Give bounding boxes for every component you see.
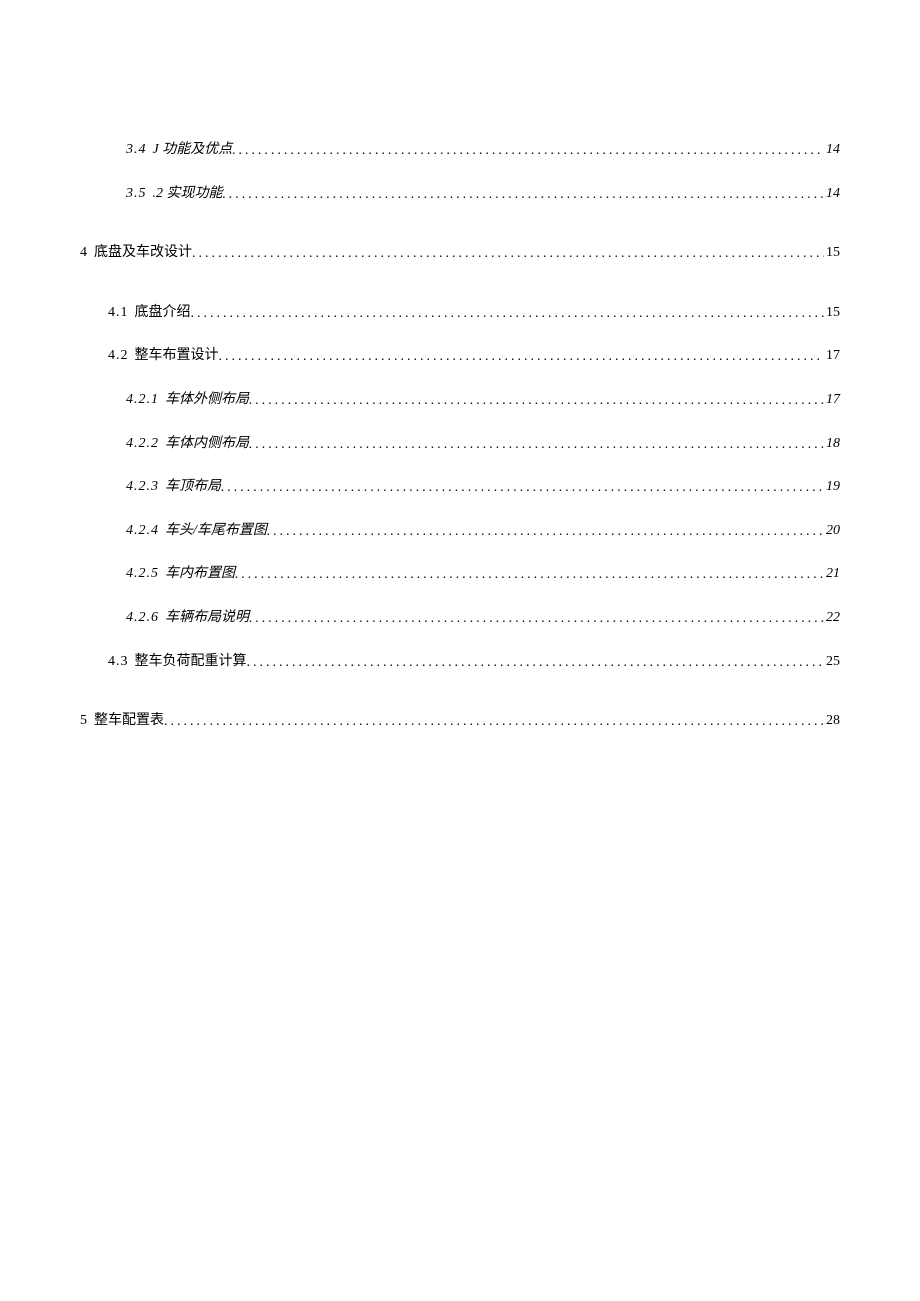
- toc-leader-dots: [164, 712, 824, 732]
- toc-leader-dots: [249, 435, 824, 455]
- toc-leader-dots: [232, 141, 824, 161]
- toc-entry-page: 15: [824, 243, 840, 263]
- toc-entry-page: 22: [824, 608, 840, 628]
- toc-entry-number: 4.2.2: [126, 436, 159, 451]
- toc-leader-dots: [249, 391, 824, 411]
- toc-leader-dots: [192, 244, 824, 264]
- toc-entry: 4.2.1 车体外侧布局 17: [126, 390, 840, 410]
- toc-entry-label: 4.1 底盘介绍: [108, 303, 191, 323]
- toc-entry: 4.2.6 车辆布局说明 22: [126, 608, 840, 628]
- toc-entry-number: 4: [80, 245, 88, 260]
- toc-entry-page: 17: [824, 390, 840, 410]
- toc-entry-title: J 功能及优点: [153, 142, 233, 157]
- toc-entry: 4 底盘及车改设计 15: [80, 243, 840, 263]
- toc-entry-title: 整车负荷配重计算: [135, 654, 247, 669]
- toc-entry: 4.2.2 车体内侧布局 18: [126, 434, 840, 454]
- toc-leader-dots: [223, 185, 825, 205]
- toc-entry-number: 3.5: [126, 186, 147, 201]
- toc-entry-title: 底盘介绍: [135, 305, 191, 320]
- toc-entry-page: 17: [824, 346, 840, 366]
- toc-entry-number: 5: [80, 713, 88, 728]
- toc-entry-label: 5 整车配置表: [80, 711, 164, 731]
- toc-entry-title: 车体内侧布局: [165, 436, 249, 451]
- table-of-contents: 3.4 J 功能及优点 14 3.5 .2 实现功能 14 4 底盘及车改设计 15 4.1 底盘介…: [80, 140, 840, 731]
- toc-entry-label: 4.2.1 车体外侧布局: [126, 390, 249, 410]
- toc-leader-dots: [267, 522, 824, 542]
- toc-entry-label: 4.2.3 车顶布局: [126, 477, 221, 497]
- toc-entry-page: 25: [824, 652, 840, 672]
- toc-entry-title: 车内布置图: [165, 566, 235, 581]
- toc-entry-page: 15: [824, 303, 840, 323]
- toc-entry-label: 4.3 整车负荷配重计算: [108, 652, 247, 672]
- toc-entry-number: 4.3: [108, 654, 129, 669]
- toc-entry-number: 3.4: [126, 142, 147, 157]
- toc-entry-label: 4 底盘及车改设计: [80, 243, 192, 263]
- toc-entry: 4.1 底盘介绍 15: [108, 303, 840, 323]
- toc-entry-title: 车顶布局: [165, 479, 221, 494]
- toc-entry-number: 4.2.6: [126, 610, 159, 625]
- toc-entry: 4.2.4 车头/车尾布置图 20: [126, 521, 840, 541]
- toc-entry-number: 4.2.4: [126, 523, 159, 538]
- toc-leader-dots: [191, 304, 825, 324]
- toc-entry: 4.3 整车负荷配重计算 25: [108, 652, 840, 672]
- toc-entry: 4.2.3 车顶布局 19: [126, 477, 840, 497]
- toc-entry-label: 4.2.4 车头/车尾布置图: [126, 521, 267, 541]
- toc-entry-page: 28: [824, 711, 840, 731]
- toc-entry-number: 4.1: [108, 305, 129, 320]
- toc-leader-dots: [221, 478, 824, 498]
- toc-entry-number: 4.2: [108, 348, 129, 363]
- toc-entry-title: 车辆布局说明: [165, 610, 249, 625]
- toc-entry: 3.5 .2 实现功能 14: [126, 184, 840, 204]
- toc-entry: 3.4 J 功能及优点 14: [126, 140, 840, 160]
- toc-entry-page: 21: [824, 564, 840, 584]
- toc-entry: 4.2.5 车内布置图 21: [126, 564, 840, 584]
- toc-entry-label: 4.2.6 车辆布局说明: [126, 608, 249, 628]
- toc-entry: 4.2 整车布置设计 17: [108, 346, 840, 366]
- toc-entry-label: 4.2.2 车体内侧布局: [126, 434, 249, 454]
- toc-entry-title: 整车配置表: [94, 713, 164, 728]
- toc-entry-title: 整车布置设计: [135, 348, 219, 363]
- toc-leader-dots: [235, 565, 824, 585]
- document-page: 3.4 J 功能及优点 14 3.5 .2 实现功能 14 4 底盘及车改设计 15 4.1 底盘介…: [0, 0, 920, 1301]
- toc-entry-title: 车头/车尾布置图: [165, 523, 267, 538]
- toc-entry: 5 整车配置表 28: [80, 711, 840, 731]
- toc-entry-label: 4.2 整车布置设计: [108, 346, 219, 366]
- toc-entry-title: 车体外侧布局: [165, 392, 249, 407]
- toc-entry-title: .2 实现功能: [153, 186, 223, 201]
- toc-entry-number: 4.2.5: [126, 566, 159, 581]
- toc-entry-page: 19: [824, 477, 840, 497]
- toc-entry-label: 3.4 J 功能及优点: [126, 140, 232, 160]
- toc-leader-dots: [249, 609, 824, 629]
- toc-entry-number: 4.2.1: [126, 392, 159, 407]
- toc-entry-label: 4.2.5 车内布置图: [126, 564, 235, 584]
- toc-entry-page: 14: [824, 184, 840, 204]
- toc-entry-title: 底盘及车改设计: [94, 245, 192, 260]
- toc-entry-number: 4.2.3: [126, 479, 159, 494]
- toc-leader-dots: [219, 347, 825, 367]
- toc-entry-page: 20: [824, 521, 840, 541]
- toc-entry-page: 18: [824, 434, 840, 454]
- toc-leader-dots: [247, 653, 825, 673]
- toc-entry-label: 3.5 .2 实现功能: [126, 184, 223, 204]
- toc-entry-page: 14: [824, 140, 840, 160]
